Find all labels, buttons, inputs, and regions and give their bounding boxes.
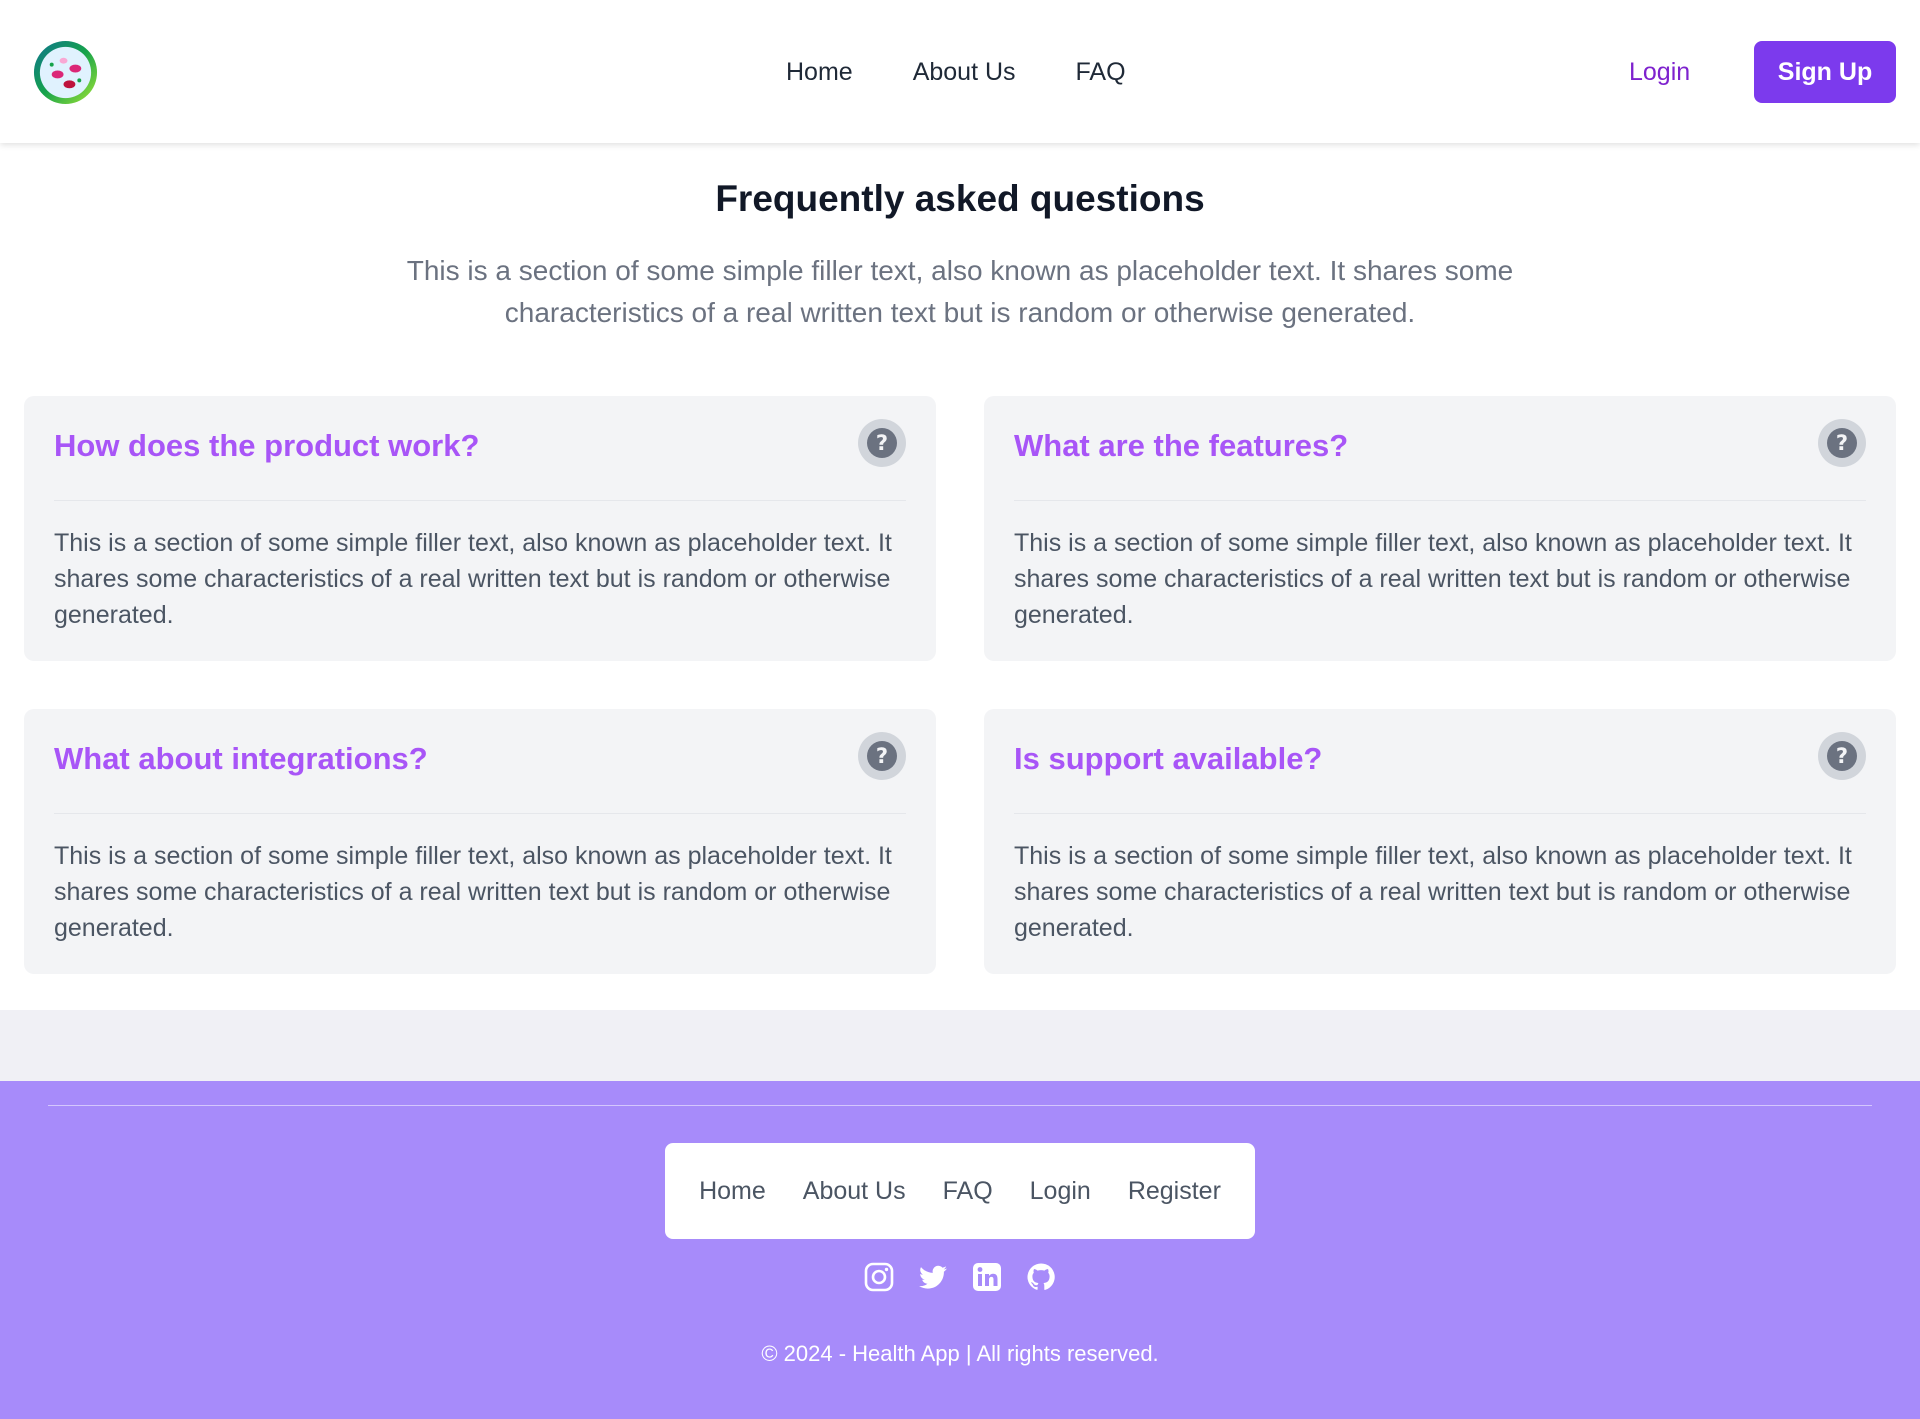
faq-answer: This is a section of some simple filler … (1014, 842, 1852, 942)
faq-card: Is support available? ? This is a sectio… (984, 709, 1896, 974)
faq-answer: This is a section of some simple filler … (1014, 529, 1852, 629)
instagram-icon[interactable] (863, 1261, 895, 1293)
question-mark-icon: ? (1827, 741, 1857, 771)
faq-card-header: How does the product work? ? (54, 396, 906, 501)
nav-home[interactable]: Home (786, 50, 853, 94)
faq-card: What are the features? ? This is a secti… (984, 396, 1896, 661)
faq-card-header: What about integrations? ? (54, 709, 906, 814)
health-app-logo[interactable] (32, 39, 99, 106)
help-button[interactable]: ? (1818, 419, 1866, 467)
help-button[interactable]: ? (858, 419, 906, 467)
page-title: Frequently asked questions (715, 178, 1205, 219)
social-links (863, 1261, 1057, 1293)
section-spacer (0, 1010, 1920, 1081)
footer-nav-login[interactable]: Login (1030, 1177, 1091, 1206)
footer-nav-about-us[interactable]: About Us (803, 1177, 906, 1206)
faq-card-header: Is support available? ? (1014, 709, 1866, 814)
faq-answer: This is a section of some simple filler … (54, 529, 892, 629)
footer-nav-register[interactable]: Register (1128, 1177, 1221, 1206)
footer-nav-faq[interactable]: FAQ (943, 1177, 993, 1206)
footer-divider (48, 1105, 1872, 1106)
faq-answer: This is a section of some simple filler … (54, 842, 892, 942)
question-mark-icon: ? (867, 741, 897, 771)
linkedin-icon[interactable] (971, 1261, 1003, 1293)
faq-card-header: What are the features? ? (1014, 396, 1866, 501)
copyright-text: © 2024 - Health App | All rights reserve… (761, 1341, 1159, 1366)
faq-intro: This is a section of some simple filler … (406, 255, 1514, 328)
question-mark-icon: ? (867, 428, 897, 458)
faq-question: Is support available? (1014, 741, 1323, 776)
nav-faq[interactable]: FAQ (1076, 50, 1126, 94)
github-icon[interactable] (1025, 1261, 1057, 1293)
footer-nav-home[interactable]: Home (699, 1177, 766, 1206)
main-nav: Home About Us FAQ (786, 50, 1186, 94)
twitter-icon[interactable] (917, 1261, 949, 1293)
question-mark-icon: ? (1827, 428, 1857, 458)
faq-question: How does the product work? (54, 428, 480, 463)
faq-question: What are the features? (1014, 428, 1349, 463)
help-button[interactable]: ? (1818, 732, 1866, 780)
help-button[interactable]: ? (858, 732, 906, 780)
faq-question: What about integrations? (54, 741, 428, 776)
faq-card: How does the product work? ? This is a s… (24, 396, 936, 661)
footer-nav: Home About Us FAQ Login Register (665, 1143, 1255, 1239)
site-header: Home About Us FAQ Login Sign Up (0, 0, 1920, 143)
login-link[interactable]: Login (1629, 50, 1690, 94)
sign-up-button[interactable]: Sign Up (1754, 41, 1896, 103)
site-footer: Home About Us FAQ Login Register © 2024 … (0, 1081, 1920, 1419)
faq-card: What about integrations? ? This is a sec… (24, 709, 936, 974)
nav-about-us[interactable]: About Us (913, 50, 1016, 94)
